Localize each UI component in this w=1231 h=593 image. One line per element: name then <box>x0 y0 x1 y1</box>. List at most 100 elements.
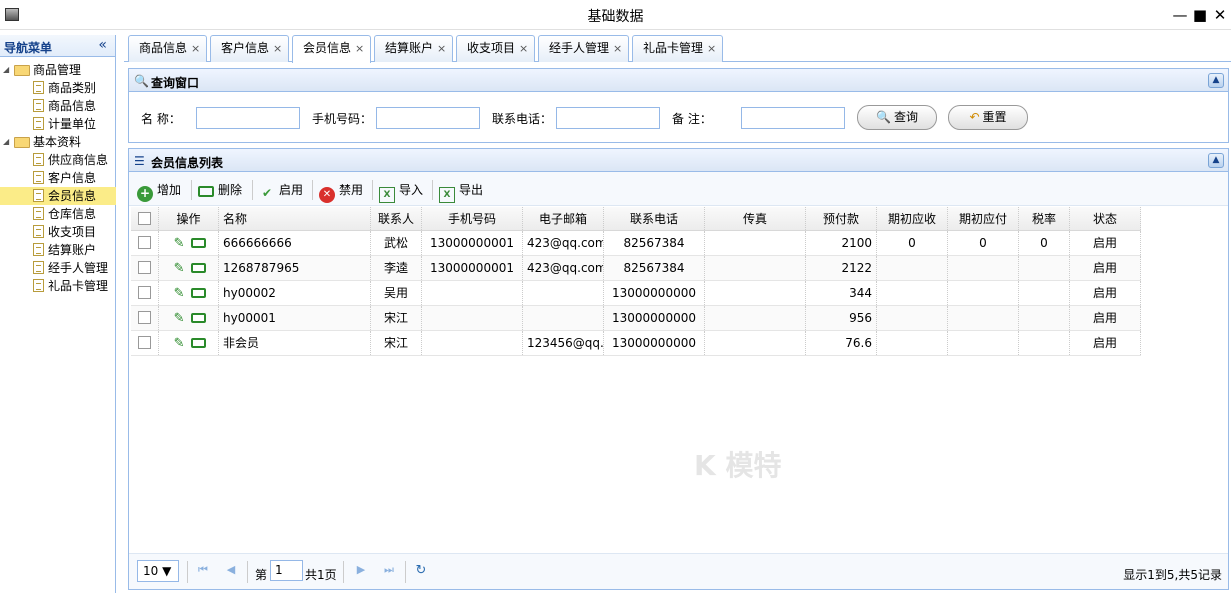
page-size-select[interactable]: 10 ▼ <box>137 560 179 582</box>
detail-icon[interactable] <box>190 288 206 298</box>
collapse-sidebar-icon[interactable]: « <box>98 37 107 53</box>
toolbar-divider <box>312 180 313 200</box>
name-input[interactable] <box>196 107 300 129</box>
query-panel-title: 查询窗口 <box>151 76 200 90</box>
table-row[interactable]: ✎ hy00002 吴用 13000000000 344 启用 <box>131 281 1141 306</box>
fax-cell <box>705 331 806 355</box>
detail-icon[interactable] <box>190 238 206 248</box>
tel-input[interactable] <box>556 107 660 129</box>
edit-pencil-icon[interactable]: ✎ <box>171 257 187 280</box>
reset-button[interactable]: ↶ 重置 <box>948 105 1028 130</box>
column-header[interactable]: 状态 <box>1070 207 1141 230</box>
note-input[interactable] <box>741 107 845 129</box>
opening-payable-cell <box>948 256 1019 280</box>
column-header[interactable]: 期初应付 <box>948 207 1019 230</box>
table-row[interactable]: ✎ 666666666 武松 13000000001 423@qq.com 825673… <box>131 231 1141 256</box>
tree-item-warehouse[interactable]: 仓库信息 <box>0 205 116 223</box>
row-checkbox[interactable] <box>131 256 159 280</box>
maximize-button[interactable]: ■ <box>1190 4 1210 26</box>
prepay-cell: 2122 <box>806 256 877 280</box>
tab-handler[interactable]: 经手人管理 × <box>538 35 630 62</box>
column-header[interactable]: 电子邮箱 <box>523 207 604 230</box>
tree-item-goods-category[interactable]: 商品类别 <box>0 79 116 97</box>
column-header[interactable]: 联系电话 <box>604 207 705 230</box>
close-tab-icon[interactable]: × <box>273 42 282 55</box>
select-all-checkbox[interactable] <box>131 207 159 230</box>
close-tab-icon[interactable]: × <box>191 42 200 55</box>
tree-item-unit[interactable]: 计量单位 <box>0 115 116 133</box>
page-total: 共1页 <box>305 568 337 582</box>
tab-income-expense[interactable]: 收支项目 × <box>456 35 536 62</box>
row-checkbox[interactable] <box>131 331 159 355</box>
column-header[interactable]: 税率 <box>1019 207 1070 230</box>
edit-pencil-icon[interactable]: ✎ <box>171 282 187 305</box>
add-button[interactable]: + 增加 <box>137 181 181 202</box>
toolbar-divider <box>191 180 192 200</box>
column-header[interactable]: 传真 <box>705 207 806 230</box>
detail-icon[interactable] <box>190 338 206 348</box>
table-row[interactable]: ✎ 非会员 宋江 123456@qq.c 13000000000 76.6 启用 <box>131 331 1141 356</box>
phone-input[interactable] <box>376 107 480 129</box>
import-button[interactable]: X 导入 <box>379 181 423 203</box>
expand-arrow-icon[interactable]: ◢ <box>3 133 9 151</box>
contact-cell: 宋江 <box>371 306 422 330</box>
tree-item-customer[interactable]: 客户信息 <box>0 169 116 187</box>
edit-pencil-icon[interactable]: ✎ <box>171 332 187 355</box>
document-icon <box>33 225 44 238</box>
tab-member-info[interactable]: 会员信息 × <box>292 35 372 63</box>
search-button[interactable]: 🔍 查询 <box>857 105 937 130</box>
column-header[interactable]: 预付款 <box>806 207 877 230</box>
tree-item-settlement[interactable]: 结算账户 <box>0 241 116 259</box>
query-panel-header: 🔍 查询窗口 ▲ <box>128 68 1229 92</box>
detail-icon[interactable] <box>190 313 206 323</box>
edit-pencil-icon[interactable]: ✎ <box>171 232 187 255</box>
expand-arrow-icon[interactable]: ◢ <box>3 61 9 79</box>
tree-group-basic[interactable]: ◢ 基本资料 <box>0 133 116 151</box>
refresh-icon[interactable]: ↻ <box>413 563 429 579</box>
close-tab-icon[interactable]: × <box>437 42 446 55</box>
disable-button[interactable]: ✕ 禁用 <box>319 181 363 203</box>
detail-icon[interactable] <box>190 263 206 273</box>
close-tab-icon[interactable]: × <box>613 42 622 55</box>
first-page-icon[interactable]: ⏮ <box>195 563 211 579</box>
tree-item-member[interactable]: 会员信息 <box>0 187 116 205</box>
tree-item-goods-info[interactable]: 商品信息 <box>0 97 116 115</box>
tab-settlement-account[interactable]: 结算账户 × <box>374 35 454 62</box>
enable-button[interactable]: ✔ 启用 <box>259 181 303 200</box>
tab-goods-info[interactable]: 商品信息 × <box>128 35 208 62</box>
row-checkbox[interactable] <box>131 231 159 255</box>
tab-gift-card[interactable]: 礼品卡管理 × <box>632 35 724 62</box>
document-icon <box>33 153 44 166</box>
export-button[interactable]: X 导出 <box>439 181 483 203</box>
tab-customer-info[interactable]: 客户信息 × <box>210 35 290 62</box>
collapse-panel-icon[interactable]: ▲ <box>1208 73 1224 88</box>
row-checkbox[interactable] <box>131 281 159 305</box>
table-row[interactable]: ✎ 1268787965 李逵 13000000001 423@qq.com 82567… <box>131 256 1141 281</box>
delete-button[interactable]: 删除 <box>198 181 242 199</box>
column-header[interactable]: 联系人 <box>371 207 422 230</box>
tree-group-goods[interactable]: ◢ 商品管理 <box>0 61 116 79</box>
close-button[interactable]: ✕ <box>1210 4 1230 26</box>
next-page-icon[interactable]: ▶ <box>353 563 369 579</box>
row-checkbox[interactable] <box>131 306 159 330</box>
last-page-icon[interactable]: ⏭ <box>381 563 397 579</box>
prev-page-icon[interactable]: ◀ <box>223 563 239 579</box>
tree-item-income-expense[interactable]: 收支项目 <box>0 223 116 241</box>
edit-pencil-icon[interactable]: ✎ <box>171 307 187 330</box>
tree-item-supplier[interactable]: 供应商信息 <box>0 151 116 169</box>
tel-cell: 82567384 <box>604 231 705 255</box>
minimize-button[interactable]: — <box>1170 4 1190 26</box>
page-number-input[interactable]: 1 <box>270 560 303 581</box>
tree-item-gift-card[interactable]: 礼品卡管理 <box>0 277 116 295</box>
plus-icon: + <box>137 186 153 202</box>
close-tab-icon[interactable]: × <box>355 42 364 55</box>
tree-item-handler[interactable]: 经手人管理 <box>0 259 116 277</box>
column-header[interactable]: 期初应收 <box>877 207 948 230</box>
collapse-panel-icon[interactable]: ▲ <box>1208 153 1224 168</box>
close-tab-icon[interactable]: × <box>519 42 528 55</box>
close-tab-icon[interactable]: × <box>707 42 716 55</box>
column-header[interactable]: 手机号码 <box>422 207 523 230</box>
column-header[interactable]: 名称 <box>219 207 371 230</box>
opening-payable-cell <box>948 306 1019 330</box>
table-row[interactable]: ✎ hy00001 宋江 13000000000 956 启用 <box>131 306 1141 331</box>
